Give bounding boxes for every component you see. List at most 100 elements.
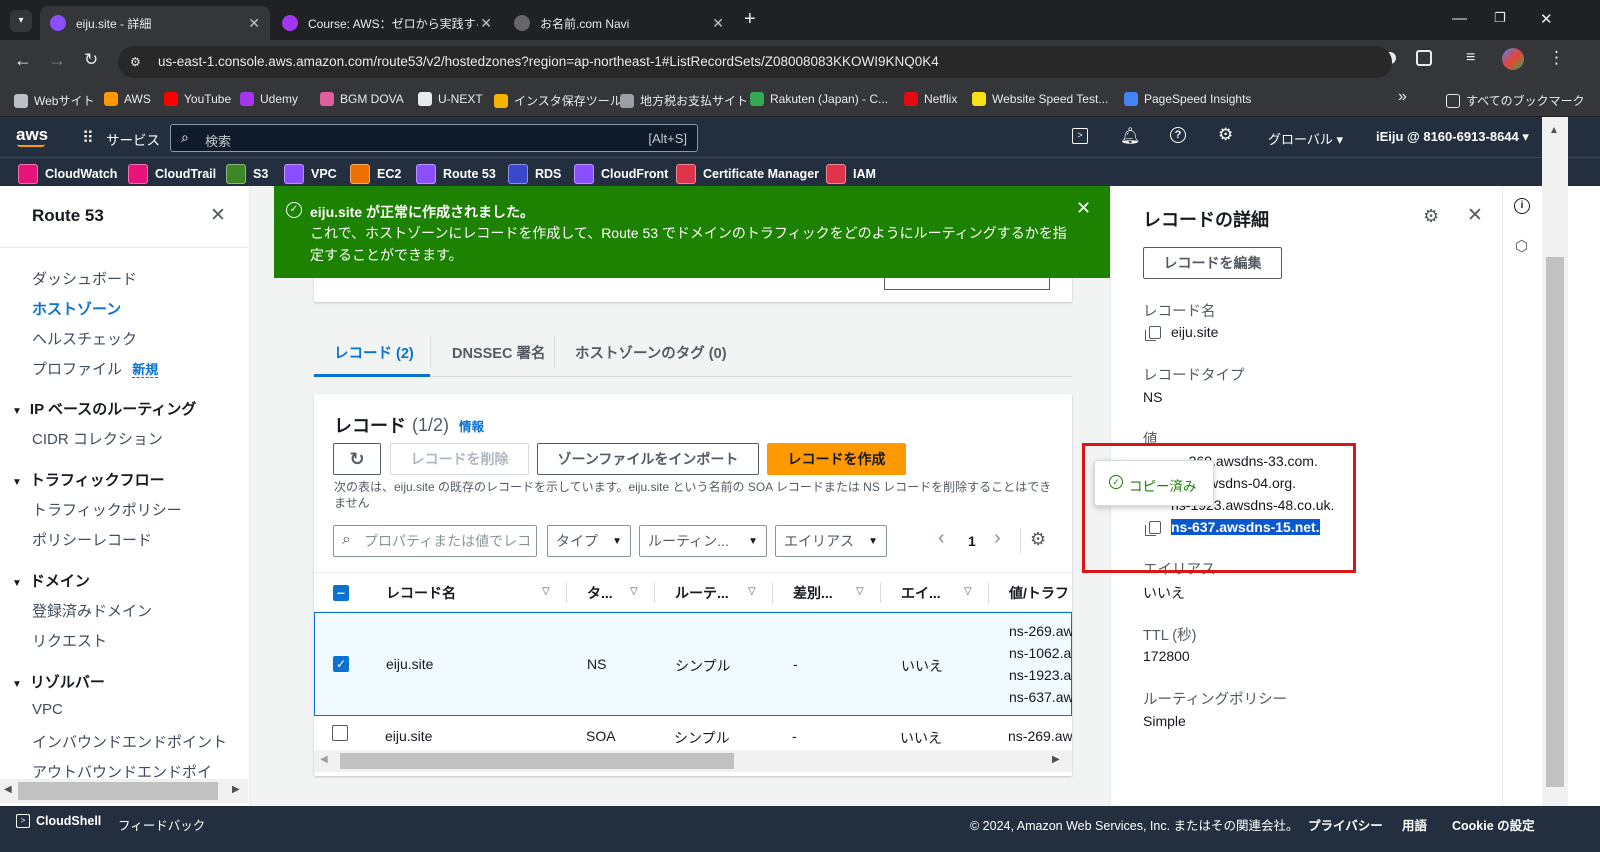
panel-settings-gear-icon[interactable]: ⚙ <box>1423 206 1439 227</box>
favorite-service[interactable]: RDS <box>508 164 561 184</box>
sidebar-item-profiles[interactable]: プロファイル 新規 <box>32 358 159 379</box>
next-page-icon[interactable]: › <box>994 527 1001 550</box>
sidebar-item-inbound-endpoints[interactable]: インバウンドエンドポイント <box>32 731 227 752</box>
table-preferences-gear-icon[interactable]: ⚙ <box>1030 529 1046 550</box>
bookmark-item[interactable]: Webサイト <box>14 92 94 109</box>
terms-link[interactable]: 用語 <box>1402 815 1427 834</box>
copy-icon[interactable] <box>1145 326 1161 341</box>
aws-search-input[interactable]: ⌕ 検索 [Alt+S] <box>170 124 698 152</box>
sort-icon[interactable]: ▽ <box>856 586 864 597</box>
favorite-service[interactable]: VPC <box>284 164 337 184</box>
sidebar-item-registered-domains[interactable]: 登録済みドメイン <box>32 600 152 621</box>
hidden-button[interactable] <box>884 276 1050 290</box>
table-row[interactable]: eiju.site SOA シンプル - いいえ ns-269.aw <box>314 716 1072 752</box>
browser-menu-icon[interactable]: ⋮ <box>1548 48 1565 68</box>
sort-icon[interactable]: ▽ <box>542 586 550 597</box>
column-resizer[interactable] <box>566 583 567 603</box>
section-ip-routing[interactable]: ▼ IP ベースのルーティング <box>12 398 196 419</box>
address-bar[interactable]: ⚙ us-east-1.console.aws.amazon.com/route… <box>118 46 1392 78</box>
table-h-scrollbar-thumb[interactable] <box>340 753 734 769</box>
sidebar-h-scrollbar-thumb[interactable] <box>18 782 218 800</box>
refresh-button[interactable]: ↻ <box>333 443 381 475</box>
info-icon[interactable]: i <box>1514 198 1530 214</box>
sidebar-item-traffic-policies[interactable]: トラフィックポリシー <box>32 499 182 520</box>
column-differentiator[interactable]: 差別... <box>793 573 833 613</box>
column-value[interactable]: 値/トラフ <box>1009 573 1069 613</box>
column-alias[interactable]: エイ... <box>901 573 941 613</box>
close-sidebar-icon[interactable]: ✕ <box>210 204 226 227</box>
page-number[interactable]: 1 <box>968 533 976 549</box>
notifications-bell-icon[interactable]: 🔔︎ <box>1120 126 1140 146</box>
bookmark-item[interactable]: BGM DOVA <box>320 92 404 106</box>
bookmark-item[interactable]: AWS <box>104 92 151 106</box>
reload-icon[interactable]: ↻ <box>84 50 98 70</box>
scroll-right-icon[interactable]: ▶ <box>1052 754 1060 765</box>
restore-icon[interactable]: ❐ <box>1494 10 1506 26</box>
bookmarks-overflow-icon[interactable]: » <box>1398 88 1407 106</box>
close-tab-icon[interactable]: ✕ <box>712 15 724 32</box>
sort-icon[interactable]: ▽ <box>964 586 972 597</box>
settings-gear-icon[interactable]: ⚙ <box>1218 125 1233 145</box>
row-checkbox[interactable] <box>332 725 348 741</box>
cookie-settings-link[interactable]: Cookie の設定 <box>1452 815 1535 834</box>
section-domains[interactable]: ▼ ドメイン <box>12 570 90 591</box>
section-traffic-flow[interactable]: ▼ トラフィックフロー <box>12 469 165 490</box>
scroll-left-icon[interactable]: ◀ <box>4 784 12 795</box>
all-bookmarks-folder[interactable]: すべてのブックマーク <box>1446 92 1585 109</box>
back-icon[interactable]: ← <box>14 50 32 71</box>
new-tab-button[interactable]: + <box>744 8 756 31</box>
bookmark-item[interactable]: YouTube <box>164 92 231 106</box>
minimize-icon[interactable]: — <box>1452 10 1467 27</box>
bookmark-item[interactable]: PageSpeed Insights <box>1124 92 1251 106</box>
alias-filter-select[interactable]: エイリアス ▼ <box>775 525 887 557</box>
forward-icon[interactable]: → <box>48 50 66 71</box>
dismiss-flash-icon[interactable]: ✕ <box>1076 198 1091 219</box>
sidebar-item-dashboard[interactable]: ダッシュボード <box>32 268 137 289</box>
scroll-up-icon[interactable]: ▲ <box>1549 125 1559 136</box>
delete-record-button[interactable]: レコードを削除 <box>390 443 529 475</box>
favorite-service[interactable]: Route 53 <box>416 164 496 184</box>
create-record-button[interactable]: レコードを作成 <box>767 443 906 475</box>
services-menu[interactable]: サービス <box>106 129 160 149</box>
sidebar-item-requests[interactable]: リクエスト <box>32 630 107 651</box>
close-tab-icon[interactable]: ✕ <box>480 15 492 32</box>
sidebar-item-hosted-zones[interactable]: ホストゾーン <box>32 298 121 319</box>
prev-page-icon[interactable]: ‹ <box>938 527 945 550</box>
bookmark-item[interactable]: Udemy <box>240 92 298 106</box>
favorite-service[interactable]: EC2 <box>350 164 401 184</box>
sort-icon[interactable]: ▽ <box>630 586 638 597</box>
bookmark-item[interactable]: 地方税お支払サイト <box>620 92 748 109</box>
bookmark-item[interactable]: Netflix <box>904 92 957 106</box>
records-filter-input[interactable]: ⌕ プロパティまたは値でレコ <box>333 525 537 557</box>
sidebar-item-cidr[interactable]: CIDR コレクション <box>32 428 163 449</box>
column-type[interactable]: タ... <box>587 573 613 613</box>
region-selector[interactable]: グローバル ▾ <box>1268 129 1343 148</box>
site-info-icon[interactable]: ⚙ <box>130 46 141 78</box>
help-icon[interactable]: ? <box>1170 127 1186 143</box>
profile-avatar[interactable] <box>1502 48 1524 70</box>
routing-filter-select[interactable]: ルーティン... ▼ <box>639 525 767 557</box>
tab-dnssec[interactable]: DNSSEC 署名 <box>452 342 545 363</box>
close-window-icon[interactable]: ✕ <box>1540 10 1553 28</box>
aws-logo[interactable]: aws <box>16 125 48 145</box>
account-menu[interactable]: iEiju @ 8160-6913-8644 ▾ <box>1376 129 1529 145</box>
sidebar-item-vpc[interactable]: VPC <box>32 701 63 718</box>
section-resolver[interactable]: ▼ リゾルバー <box>12 671 105 692</box>
column-resizer[interactable] <box>988 583 989 603</box>
browser-tab-onamae[interactable]: お名前.com Navi ✕ <box>504 6 734 40</box>
import-zone-file-button[interactable]: ゾーンファイルをインポート <box>537 443 759 475</box>
sidebar-item-policy-records[interactable]: ポリシーレコード <box>32 529 152 550</box>
favorite-service[interactable]: IAM <box>826 164 876 184</box>
column-resizer[interactable] <box>880 583 881 603</box>
sidebar-title[interactable]: Route 53 <box>32 206 104 226</box>
page-scrollbar-thumb[interactable] <box>1546 257 1564 787</box>
favorite-service[interactable]: CloudWatch <box>18 164 117 184</box>
hexagon-icon[interactable]: ⬡ <box>1515 237 1528 255</box>
bookmark-item[interactable]: U-NEXT <box>418 92 483 106</box>
tab-tags[interactable]: ホストゾーンのタグ (0) <box>575 342 727 363</box>
tab-search-icon[interactable]: ▾ <box>10 10 32 32</box>
row-checkbox[interactable]: ✓ <box>333 656 349 672</box>
favorite-service[interactable]: CloudFront <box>574 164 668 184</box>
table-row[interactable]: ✓ eiju.site NS シンプル - いいえ ns-269.aw ns-1… <box>314 612 1072 716</box>
info-link[interactable]: 情報 <box>459 416 484 435</box>
